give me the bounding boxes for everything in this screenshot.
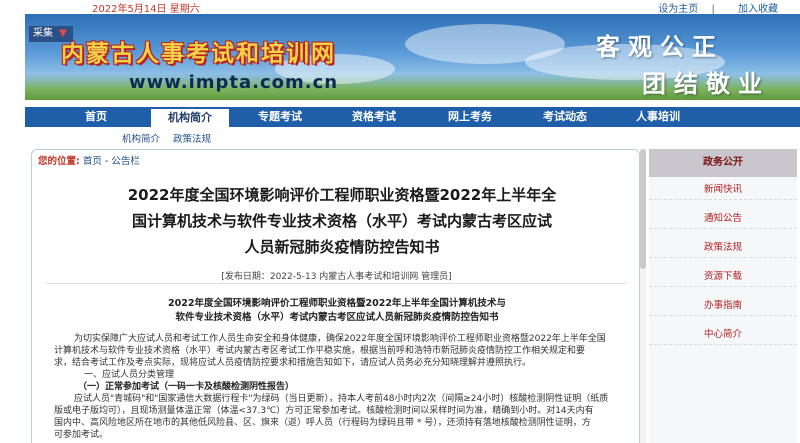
site-banner: 内蒙古人事考试和培训网 www.impta.com.cn 客观公正 团结敬业 — [25, 14, 800, 100]
paragraph-line: 计算机技术与软件专业技术资格（水平）考试内蒙古考区考试工作平稳实施，根据当前呼和… — [54, 346, 586, 356]
sidebar-item-center-intro[interactable]: 中心简介 — [649, 324, 797, 345]
current-date: 2022年5月14日 星期六 — [92, 4, 200, 15]
breadcrumb: 您的位置: 首页 - 公告栏 — [38, 153, 140, 167]
article-subtitle-line-1: 2022年度全国环境影响评价工程师职业资格暨2022年上半年全国计算机技术与 — [168, 298, 506, 309]
nav-item-about[interactable]: 机构简介 — [151, 107, 229, 127]
subnav-item-policy[interactable]: 政策法规 — [173, 134, 211, 145]
subnav-item-about[interactable]: 机构简介 — [122, 134, 160, 145]
breadcrumb-dash: - — [101, 156, 112, 167]
article-panel: 您的位置: 首页 - 公告栏 2022年度全国环境影响评价工程师职业资格暨202… — [31, 149, 640, 443]
subsection-heading: （一）正常参加考试（一码一卡及核酸检测阴性报告） — [54, 381, 624, 393]
article-title-line-3: 人员新冠肺炎疫情防控告知书 — [244, 238, 440, 256]
divider — [46, 283, 626, 284]
slogan-line-2: 团结敬业 — [642, 69, 770, 98]
sidebar-item-notices[interactable]: 通知公告 — [649, 208, 797, 229]
breadcrumb-prefix: 您的位置: — [38, 156, 80, 167]
paragraph-line: 为切实保障广大应试人员和考试工作人员生命安全和身体健康，确保2022年度全国环境… — [74, 334, 606, 344]
sidebar-item-policy[interactable]: 政策法规 — [649, 237, 797, 258]
nav-item-home[interactable]: 首页 — [65, 107, 127, 127]
nav-item-training[interactable]: 人事培训 — [623, 107, 693, 127]
article-title-line-1: 2022年度全国环境影响评价工程师职业资格暨2022年上半年全 — [127, 186, 557, 204]
breadcrumb-current[interactable]: 公告栏 — [111, 156, 140, 167]
site-url: www.impta.com.cn — [129, 72, 339, 93]
paragraph-line: 求，结合考试工作及考点实际，现将应试人员疫情防控要求和措施告知如下，请应试人员务… — [54, 358, 532, 368]
collect-dropdown-icon[interactable]: ▼ — [59, 28, 67, 39]
paragraph-line: 版或电子版均可），且现场测量体温正常（体温<37.3℃）方可正常参加考试。核酸检… — [54, 406, 594, 416]
collect-label: 采集 — [33, 28, 53, 39]
slogan-line-1: 客观公正 — [596, 32, 724, 61]
top-bar: 2022年5月14日 星期六 设为主页 | 加入收藏 — [0, 0, 800, 15]
section-heading: 一、应试人员分类管理 — [84, 370, 175, 380]
site-title: 内蒙古人事考试和培训网 — [61, 40, 336, 67]
sidebar-item-downloads[interactable]: 资源下载 — [649, 266, 797, 287]
collect-button[interactable]: 采集 ▼ — [29, 26, 73, 42]
paragraph-line: 可参加考试。 — [54, 430, 109, 440]
article-title-line-2: 国计算机技术与软件专业技术资格（水平）考试内蒙古考区应试 — [131, 212, 552, 230]
breadcrumb-home[interactable]: 首页 — [83, 156, 102, 167]
sidebar-heading: 政务公开 — [649, 149, 797, 177]
sub-nav: 机构简介 政策法规 — [122, 131, 221, 145]
nav-item-exam-news[interactable]: 考试动态 — [530, 107, 600, 127]
nav-item-special-exams[interactable]: 专题考试 — [247, 107, 313, 127]
paragraph-line: 国内中、高风险地区所在地市的其他低风险县、区、旗来（返）呼人员（行程码为绿码且带… — [54, 418, 591, 428]
article-subtitle-line-2: 软件专业技术资格（水平）考试内蒙古考区应试人员新冠肺炎疫情防控告知书 — [175, 312, 499, 323]
nav-item-online-exam-affairs[interactable]: 网上考务 — [435, 107, 505, 127]
publish-meta: [发布日期：2022-5-13 内蒙古人事考试和培训网 管理员] — [221, 272, 452, 282]
sidebar-item-guide[interactable]: 办事指南 — [649, 295, 797, 316]
sidebar: 政务公开 新闻快讯 通知公告 政策法规 资源下载 办事指南 中心简介 — [649, 149, 797, 443]
top-links: 设为主页 | 加入收藏 — [648, 0, 778, 15]
article-scrollbar[interactable] — [640, 149, 646, 443]
paragraph-line: 应试人员"青城码"和"国家通信大数据行程卡"为绿码（当日更新），持本人考前48小… — [74, 394, 609, 404]
nav-item-qualification-exams[interactable]: 资格考试 — [339, 107, 409, 127]
sidebar-item-news[interactable]: 新闻快讯 — [649, 179, 797, 200]
main-nav: 首页 机构简介 专题考试 资格考试 网上考务 考试动态 人事培训 — [25, 107, 800, 127]
scrollbar-thumb[interactable] — [640, 149, 646, 269]
subsection-heading-text: （一）正常参加考试（一码一卡及核酸检测阴性报告） — [78, 382, 295, 392]
